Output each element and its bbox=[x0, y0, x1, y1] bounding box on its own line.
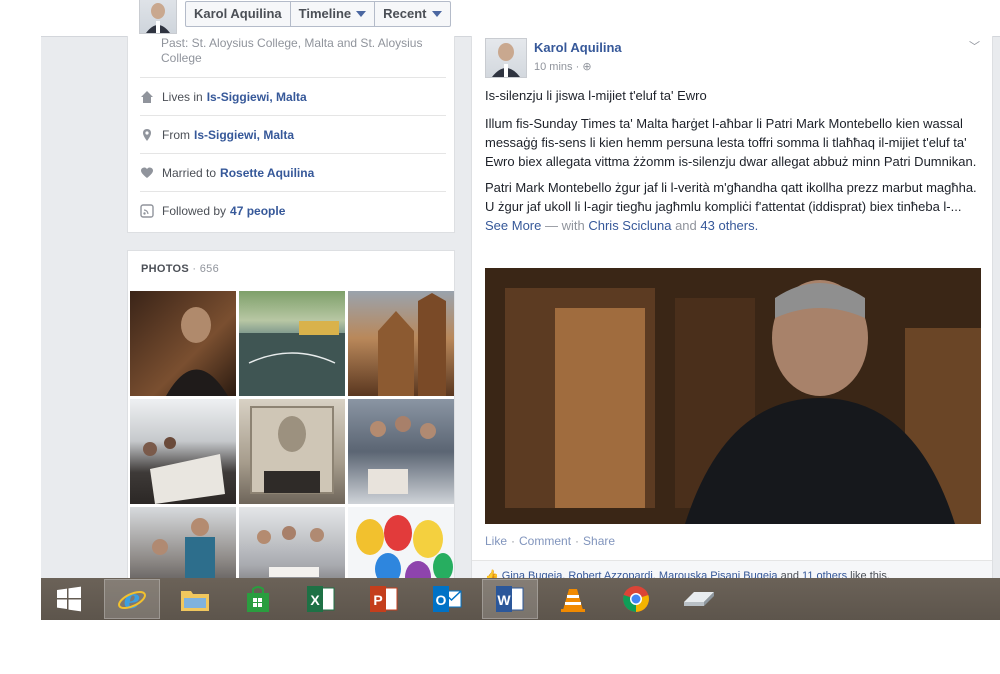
vlc-cone-icon bbox=[561, 589, 585, 612]
post-actions: Like · Comment · Share bbox=[485, 534, 616, 548]
photo-thumbnail[interactable] bbox=[239, 399, 345, 504]
intro-from: From Is-Siggiewi, Malta bbox=[140, 115, 446, 154]
windows-logo-icon bbox=[57, 586, 81, 612]
globe-icon: ⊕ bbox=[582, 61, 592, 73]
folder-icon bbox=[181, 591, 209, 611]
photo-thumbnail[interactable] bbox=[130, 291, 236, 396]
outlook-icon: O bbox=[433, 586, 462, 612]
photo-thumbnail[interactable] bbox=[239, 291, 345, 396]
like-button[interactable]: Like bbox=[485, 534, 507, 548]
photo-grid bbox=[130, 291, 454, 612]
photo-thumbnail[interactable] bbox=[348, 399, 454, 504]
svg-text:P: P bbox=[373, 592, 382, 608]
caret-down-icon bbox=[431, 11, 442, 17]
profile-nav-buttons: Karol Aquilina Timeline Recent bbox=[185, 1, 451, 27]
timeline-post: Karol Aquilina 10 mins · ⊕ ﹀ Is-silenzju… bbox=[471, 36, 993, 620]
see-more-link[interactable]: See More bbox=[485, 218, 541, 233]
post-timestamp[interactable]: 10 mins · ⊕ bbox=[534, 60, 592, 73]
photos-header[interactable]: PHOTOS · 656 bbox=[141, 263, 219, 275]
excel-taskbar-button[interactable]: X bbox=[293, 579, 349, 619]
location-pin-icon bbox=[140, 128, 154, 142]
post-author-avatar[interactable] bbox=[485, 38, 527, 78]
word-taskbar-button[interactable]: W bbox=[482, 579, 538, 619]
svg-text:X: X bbox=[310, 592, 320, 608]
post-body: Illum fis-Sunday Times ta' Malta ħarġet … bbox=[485, 114, 985, 242]
followers-link[interactable]: 47 people bbox=[230, 204, 285, 218]
post-author-name[interactable]: Karol Aquilina bbox=[534, 40, 622, 55]
photos-card: PHOTOS · 656 bbox=[127, 250, 455, 620]
internet-explorer-icon: e bbox=[118, 585, 146, 614]
browser-screen: Karol Aquilina Timeline Recent Past: St.… bbox=[41, 0, 1000, 620]
photo-thumbnail[interactable] bbox=[130, 399, 236, 504]
chrome-icon bbox=[623, 586, 649, 612]
education-text: Past: St. Aloysius College, Malta and St… bbox=[161, 36, 423, 65]
vlc-taskbar-button[interactable] bbox=[545, 579, 601, 619]
heart-icon bbox=[140, 166, 154, 180]
post-title: Is-silenzju li jiswa l-mijiet t'eluf ta'… bbox=[485, 88, 707, 103]
rss-feed-icon bbox=[140, 204, 154, 218]
word-icon: W bbox=[496, 586, 524, 612]
app-icon bbox=[684, 592, 714, 606]
post-paragraph: Illum fis-Sunday Times ta' Malta ħarġet … bbox=[485, 116, 977, 169]
outlook-taskbar-button[interactable]: O bbox=[419, 579, 475, 619]
post-paragraph: Patri Mark Montebello żgur jaf li l-veri… bbox=[485, 180, 977, 233]
post-photo[interactable] bbox=[485, 268, 981, 524]
from-place-link[interactable]: Is-Siggiewi, Malta bbox=[194, 128, 294, 142]
intro-card: Past: St. Aloysius College, Malta and St… bbox=[127, 36, 455, 233]
svg-text:O: O bbox=[436, 592, 447, 608]
person-icon bbox=[492, 43, 520, 77]
person-icon bbox=[146, 3, 170, 33]
profile-avatar-small[interactable] bbox=[139, 0, 177, 34]
powerpoint-icon: P bbox=[370, 586, 398, 612]
store-bag-icon bbox=[247, 586, 269, 612]
intro-lives-in: Lives in Is-Siggiewi, Malta bbox=[140, 77, 446, 116]
share-button[interactable]: Share bbox=[583, 534, 615, 548]
app-taskbar-button[interactable] bbox=[671, 579, 727, 619]
powerpoint-taskbar-button[interactable]: P bbox=[356, 579, 412, 619]
windows-taskbar: e X P O W bbox=[41, 578, 1000, 620]
svg-text:e: e bbox=[124, 585, 141, 614]
photo-thumbnail[interactable] bbox=[348, 291, 454, 396]
intro-followed-by: Followed by 47 people bbox=[140, 191, 446, 230]
internet-explorer-taskbar-button[interactable]: e bbox=[104, 579, 160, 619]
home-icon bbox=[140, 90, 154, 104]
chrome-taskbar-button[interactable] bbox=[608, 579, 664, 619]
profile-name-button[interactable]: Karol Aquilina bbox=[186, 2, 291, 26]
spouse-link[interactable]: Rosette Aquilina bbox=[220, 166, 314, 180]
excel-icon: X bbox=[307, 586, 335, 612]
chevron-down-icon[interactable]: ﹀ bbox=[969, 38, 980, 54]
timeline-dropdown[interactable]: Timeline bbox=[291, 2, 376, 26]
tagged-person-link[interactable]: Chris Scicluna bbox=[588, 218, 671, 233]
comment-button[interactable]: Comment bbox=[519, 534, 571, 548]
file-explorer-taskbar-button[interactable] bbox=[167, 579, 223, 619]
profile-top-bar: Karol Aquilina Timeline Recent bbox=[41, 0, 1000, 37]
tagged-others-link[interactable]: 43 others. bbox=[700, 218, 758, 233]
svg-text:W: W bbox=[497, 592, 511, 608]
intro-married: Married to Rosette Aquilina bbox=[140, 153, 446, 192]
windows-start-button[interactable] bbox=[41, 579, 97, 619]
windows-store-taskbar-button[interactable] bbox=[230, 579, 286, 619]
recent-dropdown[interactable]: Recent bbox=[375, 2, 449, 26]
lives-place-link[interactable]: Is-Siggiewi, Malta bbox=[207, 90, 307, 104]
caret-down-icon bbox=[356, 11, 367, 17]
